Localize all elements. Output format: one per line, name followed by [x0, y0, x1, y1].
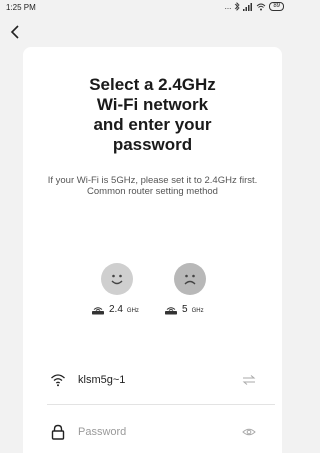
signal-icon — [243, 2, 253, 11]
eye-icon[interactable] — [242, 425, 256, 439]
bluetooth-icon — [235, 2, 240, 11]
switch-network-icon[interactable] — [242, 373, 256, 387]
password-input[interactable] — [78, 423, 228, 441]
option-5ghz: 5 GHz — [156, 263, 226, 323]
wifi-setup-card: Select a 2.4GHz Wi-Fi network and enter … — [23, 47, 282, 453]
option-unit: GHz — [126, 308, 139, 314]
status-wifi-icon — [256, 3, 266, 10]
back-button[interactable] — [8, 24, 24, 40]
wifi-network-name: klsm5g~1 — [78, 374, 126, 386]
password-field[interactable] — [23, 417, 282, 447]
subtitle-hint: If your Wi-Fi is 5GHz, please set it to … — [47, 175, 258, 197]
option-label-5ghz: 5 GHz — [164, 305, 204, 315]
router-icon — [165, 307, 177, 315]
title-line: Select a 2.4GHz — [89, 75, 216, 94]
status-time: 1:25 PM — [6, 3, 36, 12]
wifi-icon — [51, 374, 65, 387]
sad-face-icon — [174, 263, 206, 295]
option-unit: GHz — [191, 308, 204, 314]
title-line: Wi-Fi network — [96, 95, 209, 114]
frequency-options: 2.4 GHz 5 GHz — [23, 263, 282, 323]
option-frequency: 5 — [182, 304, 188, 315]
option-label-2-4ghz: 2.4 GHz — [91, 305, 139, 315]
wifi-network-field[interactable]: klsm5g~1 — [23, 365, 282, 395]
option-frequency: 2.4 — [109, 304, 123, 315]
option-2-4ghz: 2.4 GHz — [83, 263, 153, 323]
lock-icon — [51, 424, 65, 440]
status-bar: 1:25 PM ... 89 — [0, 0, 292, 16]
field-divider — [47, 404, 275, 405]
page-title: Select a 2.4GHz Wi-Fi network and enter … — [23, 75, 282, 155]
happy-face-icon — [101, 263, 133, 295]
router-icon — [92, 307, 104, 315]
battery-icon: 89 — [269, 2, 284, 11]
title-line: password — [112, 135, 193, 154]
status-icons: ... 89 — [225, 2, 284, 11]
chevron-left-icon — [10, 25, 19, 39]
title-line: and enter your — [93, 115, 212, 134]
status-dots: ... — [224, 2, 232, 11]
